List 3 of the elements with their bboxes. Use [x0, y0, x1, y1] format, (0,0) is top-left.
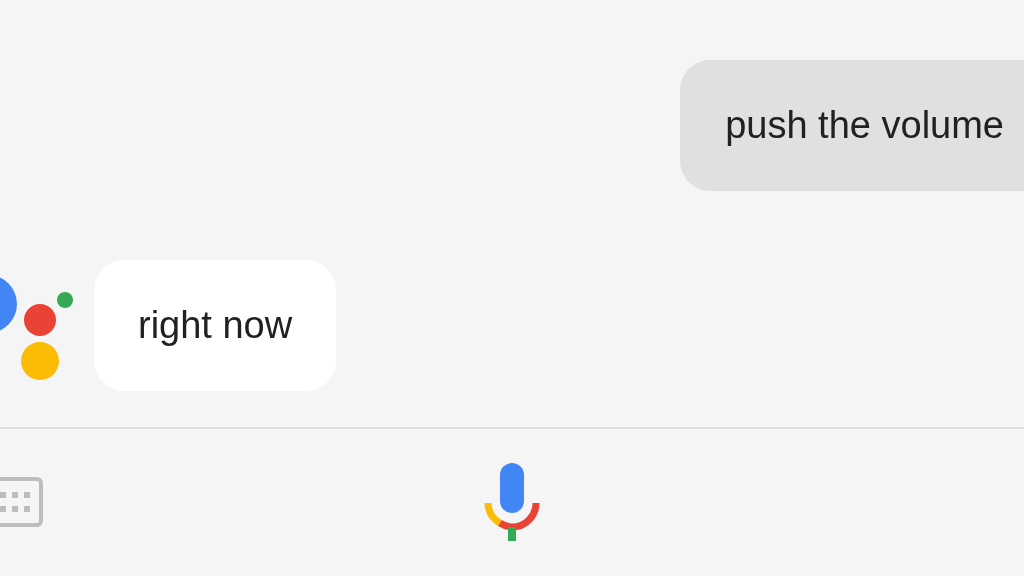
user-message-bubble: push the volume — [680, 60, 1024, 191]
assistant-message-bubble: right now — [94, 260, 337, 391]
microphone-icon[interactable] — [484, 463, 540, 541]
